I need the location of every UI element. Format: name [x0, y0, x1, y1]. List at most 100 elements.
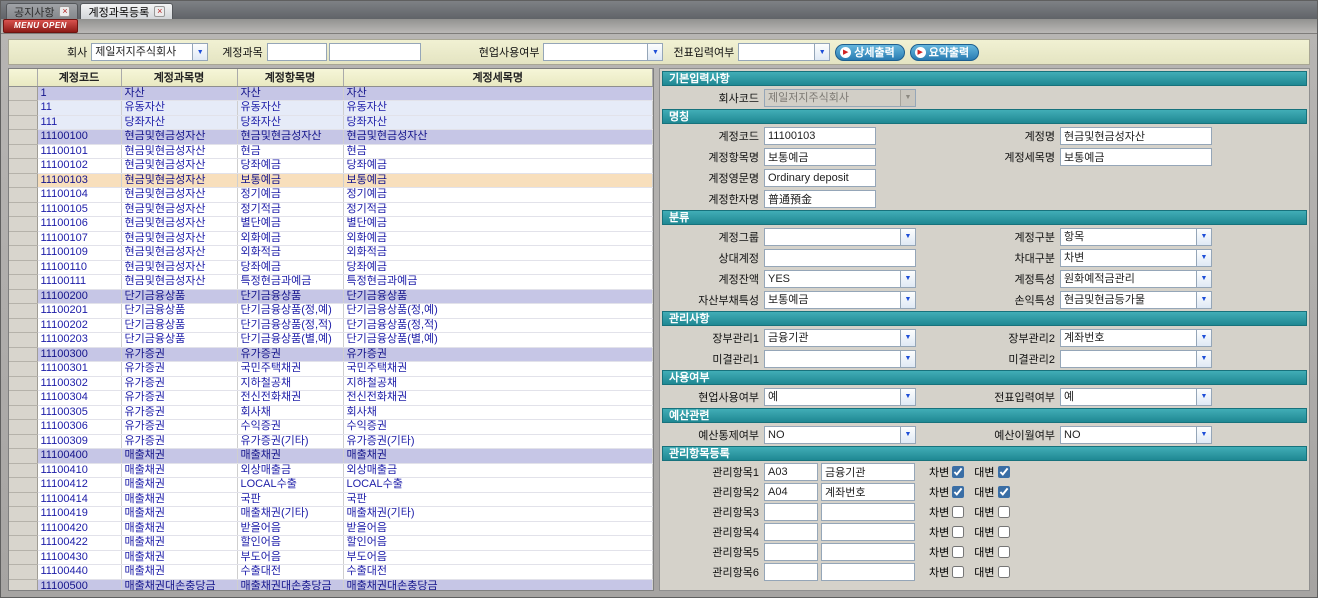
- mgmt-name-input[interactable]: [821, 463, 915, 481]
- mgmt-code-input[interactable]: [764, 503, 818, 521]
- chevron-down-icon[interactable]: ▼: [1196, 389, 1211, 405]
- table-row[interactable]: 11100103 현금및현금성자산 보통예금 보통예금: [9, 173, 653, 188]
- mgmt-name-input[interactable]: [821, 483, 915, 501]
- row-selector[interactable]: [9, 362, 37, 377]
- account-trait-select[interactable]: 원화예적금관리 ▼: [1060, 270, 1212, 288]
- row-selector[interactable]: [9, 391, 37, 406]
- table-row[interactable]: 11100200 단기금융상품 단기금융상품 단기금융상품: [9, 289, 653, 304]
- account-item-field[interactable]: [764, 148, 876, 166]
- row-selector[interactable]: [9, 289, 37, 304]
- chevron-down-icon[interactable]: ▼: [1196, 271, 1211, 287]
- row-selector[interactable]: [9, 565, 37, 580]
- row-selector[interactable]: [9, 231, 37, 246]
- account-detail-field[interactable]: [1060, 148, 1212, 166]
- row-selector[interactable]: [9, 275, 37, 290]
- table-row[interactable]: 11100202 단기금융상품 단기금융상품(정,적) 단기금융상품(정,적): [9, 318, 653, 333]
- chevron-down-icon[interactable]: ▼: [1196, 427, 1211, 443]
- close-icon[interactable]: ×: [59, 6, 70, 17]
- mgmt-code-input[interactable]: [764, 543, 818, 561]
- mgmt-code-input[interactable]: [764, 523, 818, 541]
- debit-checkbox[interactable]: [952, 546, 964, 558]
- chevron-down-icon[interactable]: ▼: [1196, 351, 1211, 367]
- table-row[interactable]: 111 당좌자산 당좌자산 당좌자산: [9, 115, 653, 130]
- chevron-down-icon[interactable]: ▼: [900, 292, 915, 308]
- open1-select[interactable]: ▼: [764, 350, 916, 368]
- row-selector[interactable]: [9, 376, 37, 391]
- mgmt-code-input[interactable]: [764, 483, 818, 501]
- table-row[interactable]: 11100104 현금및현금성자산 정기예금 정기예금: [9, 188, 653, 203]
- credit-checkbox[interactable]: [998, 466, 1010, 478]
- mgmt-code-input[interactable]: [764, 463, 818, 481]
- menu-open-button[interactable]: MENU OPEN: [3, 19, 78, 33]
- row-selector[interactable]: [9, 333, 37, 348]
- row-selector[interactable]: [9, 478, 37, 493]
- budget-carry-select[interactable]: NO ▼: [1060, 426, 1212, 444]
- budget-control-select[interactable]: NO ▼: [764, 426, 916, 444]
- chevron-down-icon[interactable]: ▼: [647, 44, 662, 60]
- row-selector[interactable]: [9, 144, 37, 159]
- account-hanja-field[interactable]: [764, 190, 876, 208]
- debit-checkbox[interactable]: [952, 486, 964, 498]
- row-selector[interactable]: [9, 217, 37, 232]
- table-row[interactable]: 11100301 유가증권 국민주택채권 국민주택채권: [9, 362, 653, 377]
- row-selector[interactable]: [9, 449, 37, 464]
- row-selector[interactable]: [9, 173, 37, 188]
- row-selector[interactable]: [9, 159, 37, 174]
- voucher-select[interactable]: ▼: [738, 43, 830, 61]
- table-row[interactable]: 11100302 유가증권 지하철공채 지하철공채: [9, 376, 653, 391]
- mgmt-code-input[interactable]: [764, 563, 818, 581]
- mgmt-name-input[interactable]: [821, 503, 915, 521]
- table-row[interactable]: 11100305 유가증권 회사채 회사채: [9, 405, 653, 420]
- table-row[interactable]: 11100419 매출채권 매출채권(기타) 매출채권(기타): [9, 507, 653, 522]
- table-row[interactable]: 11100110 현금및현금성자산 당좌예금 당좌예금: [9, 260, 653, 275]
- dc-class-select[interactable]: 차변 ▼: [1060, 249, 1212, 267]
- field-use-select[interactable]: ▼: [543, 43, 663, 61]
- chevron-down-icon[interactable]: ▼: [900, 229, 915, 245]
- chevron-down-icon[interactable]: ▼: [900, 330, 915, 346]
- account-code-input[interactable]: [267, 43, 327, 61]
- account-group-select[interactable]: ▼: [764, 228, 916, 246]
- table-row[interactable]: 11100500 매출채권대손충당금 매출채권대손충당금 매출채권대손충당금: [9, 579, 653, 591]
- table-row[interactable]: 11100422 매출채권 할인어음 할인어음: [9, 536, 653, 551]
- chevron-down-icon[interactable]: ▼: [900, 271, 915, 287]
- row-selector[interactable]: [9, 521, 37, 536]
- row-selector[interactable]: [9, 536, 37, 551]
- row-selector[interactable]: [9, 550, 37, 565]
- table-row[interactable]: 11100111 현금및현금성자산 특정현금과예금 특정현금과예금: [9, 275, 653, 290]
- tab-notice[interactable]: 공지사항 ×: [6, 3, 78, 19]
- debit-checkbox[interactable]: [952, 506, 964, 518]
- table-row[interactable]: 11100304 유가증권 전신전화채권 전신전화채권: [9, 391, 653, 406]
- credit-checkbox[interactable]: [998, 566, 1010, 578]
- chevron-down-icon[interactable]: ▼: [900, 389, 915, 405]
- tab-account-register[interactable]: 계정과목등록 ×: [80, 3, 173, 19]
- pl-trait-select[interactable]: 현금및현금등가물 ▼: [1060, 291, 1212, 309]
- chevron-down-icon[interactable]: ▼: [1196, 250, 1211, 266]
- row-selector[interactable]: [9, 347, 37, 362]
- table-row[interactable]: 11100412 매출채권 LOCAL수출 LOCAL수출: [9, 478, 653, 493]
- table-row[interactable]: 11100440 매출채권 수출대전 수출대전: [9, 565, 653, 580]
- mgmt-name-input[interactable]: [821, 523, 915, 541]
- row-selector[interactable]: [9, 434, 37, 449]
- row-selector[interactable]: [9, 86, 37, 101]
- row-selector[interactable]: [9, 405, 37, 420]
- mgmt-name-input[interactable]: [821, 543, 915, 561]
- row-selector[interactable]: [9, 420, 37, 435]
- debit-checkbox[interactable]: [952, 566, 964, 578]
- table-row[interactable]: 11 유동자산 유동자산 유동자산: [9, 101, 653, 116]
- chevron-down-icon[interactable]: ▼: [900, 351, 915, 367]
- table-row[interactable]: 11100106 현금및현금성자산 별단예금 별단예금: [9, 217, 653, 232]
- table-row[interactable]: 11100107 현금및현금성자산 외화예금 외화예금: [9, 231, 653, 246]
- row-selector[interactable]: [9, 202, 37, 217]
- table-row[interactable]: 11100100 현금및현금성자산 현금및현금성자산 현금및현금성자산: [9, 130, 653, 145]
- table-row[interactable]: 11100430 매출채권 부도어음 부도어음: [9, 550, 653, 565]
- table-row[interactable]: 11100105 현금및현금성자산 정기적금 정기적금: [9, 202, 653, 217]
- table-row[interactable]: 11100102 현금및현금성자산 당좌예금 당좌예금: [9, 159, 653, 174]
- row-selector[interactable]: [9, 318, 37, 333]
- credit-checkbox[interactable]: [998, 526, 1010, 538]
- mgmt-name-input[interactable]: [821, 563, 915, 581]
- table-row[interactable]: 11100414 매출채권 국판 국판: [9, 492, 653, 507]
- summary-print-button[interactable]: ▶ 요약출력: [910, 44, 979, 61]
- row-selector[interactable]: [9, 463, 37, 478]
- row-selector[interactable]: [9, 130, 37, 145]
- credit-checkbox[interactable]: [998, 486, 1010, 498]
